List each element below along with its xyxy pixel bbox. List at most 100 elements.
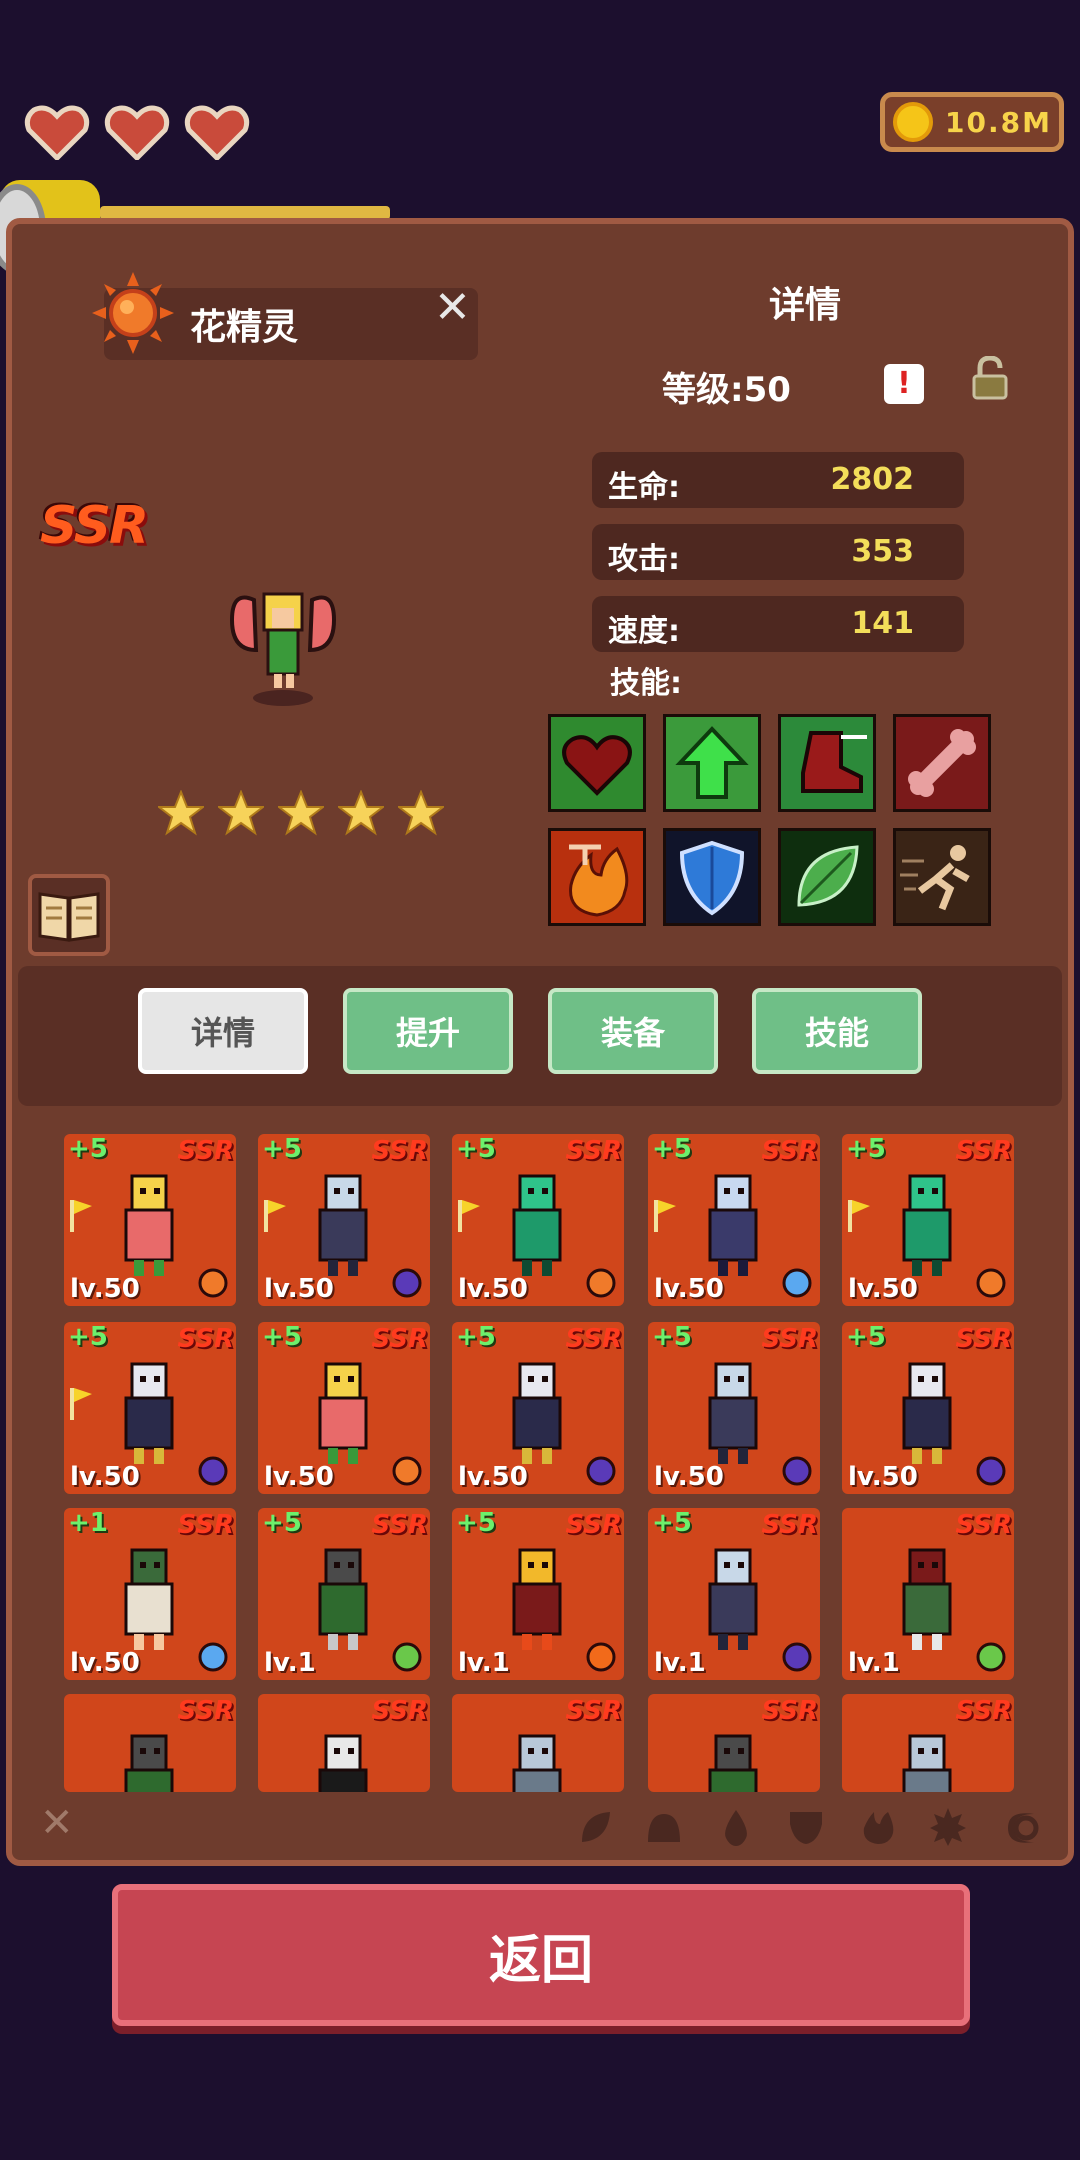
unit-card[interactable]: SSR <box>452 1694 624 1792</box>
green-ghost-sprite <box>902 1174 952 1276</box>
hero-level: 等级:50 <box>662 370 791 410</box>
shield-filter-icon[interactable] <box>788 1808 824 1846</box>
unit-rarity-badge: SSR <box>177 1136 234 1166</box>
back-button[interactable]: 返回 <box>112 1884 970 2026</box>
unit-card[interactable]: SSR <box>258 1694 430 1792</box>
moon-element-icon <box>392 1268 422 1298</box>
leaf-element-icon <box>392 1642 422 1672</box>
hero-sprite <box>229 592 337 706</box>
coin-counter[interactable]: 10.8M <box>880 92 1064 152</box>
moon-element-icon <box>782 1642 812 1672</box>
sun-filter-icon[interactable] <box>930 1808 966 1846</box>
detail-title: 详情 <box>768 285 841 326</box>
unit-level: lv.50 <box>70 1274 140 1304</box>
star-icon <box>338 790 384 836</box>
star-rating <box>158 790 444 836</box>
unit-plus-badge: +5 <box>652 1508 692 1538</box>
unit-card[interactable]: SSR lv.1 <box>842 1508 1014 1680</box>
clear-filter-icon[interactable]: ✕ <box>40 1800 74 1846</box>
heart-skill-icon[interactable] <box>548 714 646 812</box>
tab-upgrade[interactable]: 提升 <box>343 988 513 1074</box>
unit-card[interactable]: +5 SSR lv.50 <box>842 1134 1014 1306</box>
unit-card[interactable]: +5 SSR lv.1 <box>258 1508 430 1680</box>
unit-card[interactable]: SSR <box>64 1694 236 1792</box>
lock-icon[interactable] <box>970 356 1010 400</box>
unit-level: lv.50 <box>264 1462 334 1492</box>
book-icon <box>38 892 100 942</box>
skeleton-mage-sprite <box>318 1174 368 1276</box>
unit-card[interactable]: +5 SSR lv.50 <box>64 1134 236 1306</box>
unit-card[interactable]: +5 SSR lv.50 <box>258 1134 430 1306</box>
unit-card[interactable]: +5 SSR lv.50 <box>452 1134 624 1306</box>
boot-skill-icon[interactable] <box>778 714 876 812</box>
slime-filter-icon[interactable] <box>646 1808 682 1846</box>
leaf-filter-icon[interactable] <box>578 1808 614 1846</box>
unit-plus-badge: +5 <box>68 1322 108 1352</box>
fairy-sprite <box>318 1362 368 1464</box>
drop-filter-icon[interactable] <box>718 1808 754 1846</box>
tab-equipment[interactable]: 装备 <box>548 988 718 1074</box>
water-element-icon <box>198 1642 228 1672</box>
book-button[interactable] <box>28 874 110 956</box>
unit-plus-badge: +5 <box>846 1322 886 1352</box>
unit-level: lv.1 <box>848 1648 900 1678</box>
unit-card[interactable]: +1 SSR lv.50 <box>64 1508 236 1680</box>
armored-knight-sprite <box>512 1362 562 1464</box>
shield-skill-icon[interactable] <box>663 828 761 926</box>
filter-bar <box>18 1794 1062 1854</box>
unit-card[interactable]: +5 SSR lv.50 <box>258 1322 430 1494</box>
tab-details[interactable]: 详情 <box>138 988 308 1074</box>
unit-plus-badge: +5 <box>262 1508 302 1538</box>
close-icon[interactable]: ✕ <box>434 282 471 333</box>
bone-skill-icon[interactable] <box>893 714 991 812</box>
leaf-skill-icon[interactable] <box>778 828 876 926</box>
stat-value: 353 <box>851 534 914 569</box>
unit-rarity-badge: SSR <box>565 1136 622 1166</box>
fire-element-icon <box>586 1642 616 1672</box>
unit-card[interactable]: +5 SSR lv.50 <box>64 1322 236 1494</box>
heart-icon <box>104 105 170 160</box>
unit-level: lv.1 <box>654 1648 706 1678</box>
unit-rarity-badge: SSR <box>761 1696 818 1726</box>
unit-card[interactable]: +5 SSR lv.50 <box>842 1322 1014 1494</box>
unit-card[interactable]: SSR <box>842 1694 1014 1792</box>
sun-element-icon <box>976 1268 1006 1298</box>
unit-rarity-badge: SSR <box>177 1324 234 1354</box>
stat-label: 速度: <box>608 614 680 649</box>
unit-rarity-badge: SSR <box>371 1324 428 1354</box>
unit-level: lv.1 <box>458 1648 510 1678</box>
unit-card[interactable]: +5 SSR lv.1 <box>648 1508 820 1680</box>
alert-icon[interactable]: ! <box>884 364 924 404</box>
fire-filter-icon[interactable] <box>860 1808 896 1846</box>
unit-plus-badge: +5 <box>652 1322 692 1352</box>
unit-rarity-badge: SSR <box>177 1696 234 1726</box>
unit-rarity-badge: SSR <box>955 1510 1012 1540</box>
unit-plus-badge: +5 <box>456 1508 496 1538</box>
moon-filter-icon[interactable] <box>1004 1808 1040 1846</box>
unit-card[interactable]: +5 SSR lv.50 <box>452 1322 624 1494</box>
fire-skill-icon[interactable] <box>548 828 646 926</box>
unit-plus-badge: +5 <box>846 1134 886 1164</box>
unit-level: lv.50 <box>264 1274 334 1304</box>
unit-card[interactable]: +5 SSR lv.50 <box>648 1322 820 1494</box>
dash-skill-icon[interactable] <box>893 828 991 926</box>
unit-plus-badge: +5 <box>262 1134 302 1164</box>
unit-card[interactable]: +5 SSR lv.1 <box>452 1508 624 1680</box>
arrow-up-skill-icon[interactable] <box>663 714 761 812</box>
unit-level: lv.1 <box>264 1648 316 1678</box>
demon-lord-sprite <box>512 1548 562 1650</box>
unit-plus-badge: +1 <box>68 1508 108 1538</box>
sun-element-icon <box>586 1268 616 1298</box>
unit-card[interactable]: SSR <box>648 1694 820 1792</box>
wolf-sprite <box>512 1734 562 1792</box>
unit-card[interactable]: +5 SSR lv.50 <box>648 1134 820 1306</box>
unit-level: lv.50 <box>70 1648 140 1678</box>
unit-rarity-badge: SSR <box>955 1136 1012 1166</box>
flag-icon <box>70 1388 92 1420</box>
tab-skills[interactable]: 技能 <box>752 988 922 1074</box>
stat-speed: 速度: 141 <box>592 596 964 652</box>
flag-icon <box>70 1200 92 1232</box>
unit-rarity-badge: SSR <box>371 1510 428 1540</box>
stat-hp: 生命: 2802 <box>592 452 964 508</box>
unit-rarity-badge: SSR <box>761 1324 818 1354</box>
